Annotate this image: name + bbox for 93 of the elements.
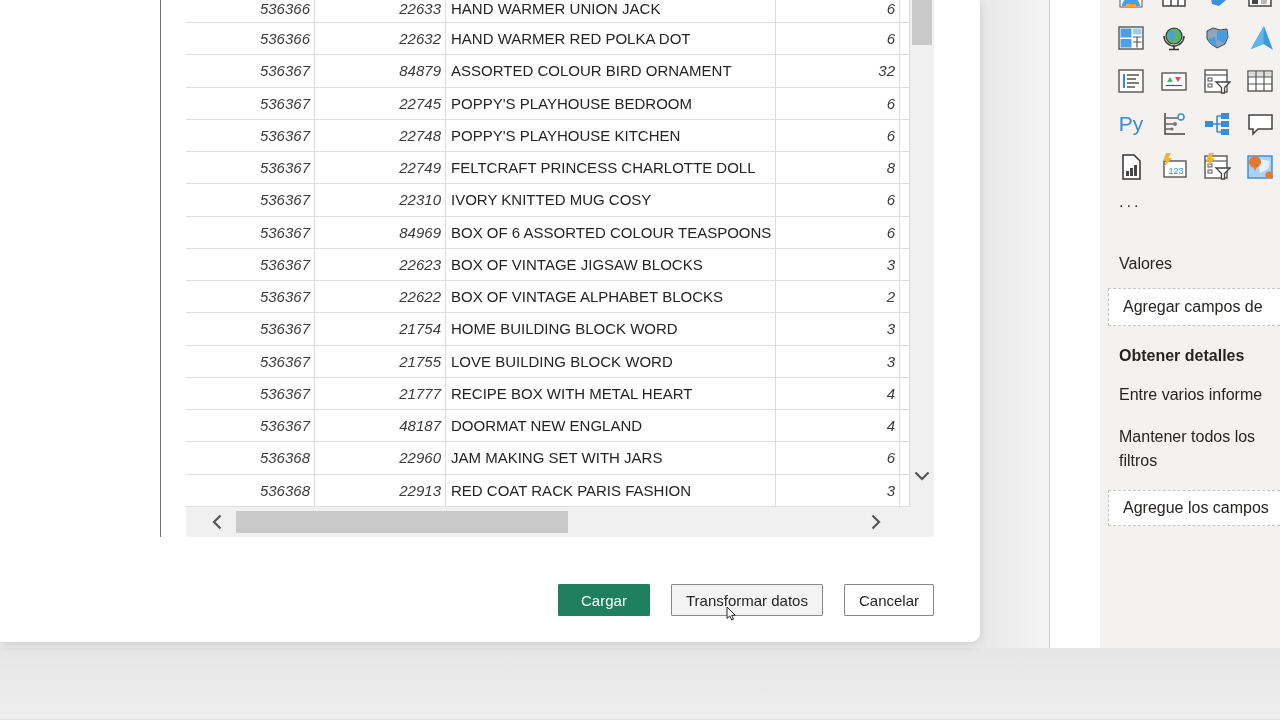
table-cell: 536367 bbox=[186, 313, 315, 345]
chevron-right-icon[interactable] bbox=[871, 514, 881, 530]
table-cell: 48187 bbox=[315, 410, 446, 442]
table-cell: 3 bbox=[776, 248, 900, 280]
table-cell: 536367 bbox=[186, 281, 315, 313]
pin-map-icon[interactable] bbox=[1246, 153, 1274, 181]
option-label: Entre varios informe bbox=[1119, 385, 1263, 405]
table-cell: 84969 bbox=[315, 216, 446, 248]
table-cell: 4 bbox=[776, 410, 900, 442]
table-cell: 6 bbox=[776, 0, 900, 22]
scrollbar-thumb[interactable] bbox=[912, 0, 932, 45]
table-cell: 22633 bbox=[315, 0, 446, 22]
globe-icon[interactable] bbox=[1160, 24, 1188, 52]
table-cell: RED COAT RACK PARIS FASHION bbox=[446, 474, 776, 506]
table-cell: 536367 bbox=[186, 345, 315, 377]
table-cell: 536367 bbox=[186, 410, 315, 442]
section-title: Obtener detalles bbox=[1119, 346, 1245, 366]
table-cell: IVORY KNITTED MUG COSY bbox=[446, 184, 776, 216]
table-cell: 536367 bbox=[186, 55, 315, 87]
table-cell: 3 bbox=[776, 345, 900, 377]
table-cell: 22748 bbox=[315, 119, 446, 151]
table-cell: HAND WARMER RED POLKA DOT bbox=[446, 23, 776, 55]
table-cell: RECIPE BOX WITH METAL HEART bbox=[446, 377, 776, 409]
table-cell: 84879 bbox=[315, 55, 446, 87]
table-cell: POPPY'S PLAYHOUSE KITCHEN bbox=[446, 119, 776, 151]
table-cell: 536368 bbox=[186, 474, 315, 506]
section-label: Valores bbox=[1119, 254, 1173, 274]
table-cell: JAM MAKING SET WITH JARS bbox=[446, 442, 776, 474]
filter-icon[interactable] bbox=[1203, 67, 1231, 95]
table-cell: 6 bbox=[776, 442, 900, 474]
table-cell: 6 bbox=[776, 23, 900, 55]
table-cell: HOME BUILDING BLOCK WORD bbox=[446, 313, 776, 345]
table-cell: 536367 bbox=[186, 377, 315, 409]
table-cell: 22310 bbox=[315, 184, 446, 216]
table-cell: 2 bbox=[776, 281, 900, 313]
table-cell: 536366 bbox=[186, 0, 315, 22]
table-cell: 536367 bbox=[186, 87, 315, 119]
table-cell: BOX OF 6 ASSORTED COLOUR TEASPOONS bbox=[446, 216, 776, 248]
table-cell: 4 bbox=[776, 377, 900, 409]
table-cell: LOVE BUILDING BLOCK WORD bbox=[446, 345, 776, 377]
gauge-icon[interactable] bbox=[1117, 0, 1145, 9]
table-cell: 22913 bbox=[315, 474, 446, 506]
table-cell: FELTCRAFT PRINCESS CHARLOTTE DOLL bbox=[446, 152, 776, 184]
table-cell: 536367 bbox=[186, 248, 315, 280]
table-cell: 22749 bbox=[315, 152, 446, 184]
treemap-icon[interactable] bbox=[1117, 24, 1145, 52]
table-cell: BOX OF VINTAGE JIGSAW BLOCKS bbox=[446, 248, 776, 280]
list-icon[interactable] bbox=[1117, 67, 1145, 95]
option-label: Mantener todos los filtros bbox=[1119, 427, 1257, 471]
table-cell: 536367 bbox=[186, 216, 315, 248]
frame-icon[interactable] bbox=[1160, 0, 1188, 9]
card-icon[interactable] bbox=[1246, 0, 1274, 9]
table-cell: 6 bbox=[776, 216, 900, 248]
table-icon[interactable] bbox=[1246, 67, 1274, 95]
table-cell: 22960 bbox=[315, 442, 446, 474]
table-cell: 8 bbox=[776, 152, 900, 184]
table-cell: POPPY'S PLAYHOUSE BEDROOM bbox=[446, 87, 776, 119]
table-cell: 22622 bbox=[315, 281, 446, 313]
table-cell: 536367 bbox=[186, 152, 315, 184]
lightning-filter-icon[interactable] bbox=[1203, 153, 1231, 181]
table-cell: BOX OF VINTAGE ALPHABET BLOCKS bbox=[446, 281, 776, 313]
more-button[interactable]: ... bbox=[1119, 192, 1142, 212]
table-cell: 22632 bbox=[315, 23, 446, 55]
scrollbar-thumb[interactable] bbox=[236, 511, 568, 533]
table-cell: HAND WARMER UNION JACK bbox=[446, 0, 776, 22]
table-cell: 6 bbox=[776, 119, 900, 151]
table-cell: 21755 bbox=[315, 345, 446, 377]
table-cell: 536367 bbox=[186, 119, 315, 151]
table-cell: 3 bbox=[776, 313, 900, 345]
vertical-scrollbar[interactable] bbox=[910, 0, 934, 507]
table-cell: 22623 bbox=[315, 248, 446, 280]
tree-icon[interactable] bbox=[1203, 110, 1231, 138]
table-cell: 536368 bbox=[186, 442, 315, 474]
table-cell: 6 bbox=[776, 184, 900, 216]
cancel-button[interactable]: Cancelar bbox=[843, 584, 934, 616]
chevron-down-icon[interactable] bbox=[914, 471, 930, 481]
table-cell: 6 bbox=[776, 87, 900, 119]
field-well[interactable]: Agregue los campos bbox=[1108, 490, 1280, 526]
table-cell: 536367 bbox=[186, 184, 315, 216]
table-cell: 21754 bbox=[315, 313, 446, 345]
chevron-left-icon[interactable] bbox=[212, 514, 222, 530]
table-cell: ASSORTED COLOUR BIRD ORNAMENT bbox=[446, 55, 776, 87]
cursor-icon bbox=[726, 606, 736, 621]
field-well[interactable]: Agregar campos de bbox=[1108, 288, 1280, 326]
horizontal-scrollbar[interactable] bbox=[186, 507, 934, 537]
transform-button[interactable]: Transformar datos bbox=[670, 584, 823, 616]
load-button[interactable]: Cargar bbox=[557, 584, 650, 616]
table-cell: 22745 bbox=[315, 87, 446, 119]
table-cell: 536366 bbox=[186, 23, 315, 55]
table-cell: 32 bbox=[776, 55, 900, 87]
table-cell: 21777 bbox=[315, 377, 446, 409]
table-cell: DOORMAT NEW ENGLAND bbox=[446, 410, 776, 442]
table-cell: 3 bbox=[776, 474, 900, 506]
